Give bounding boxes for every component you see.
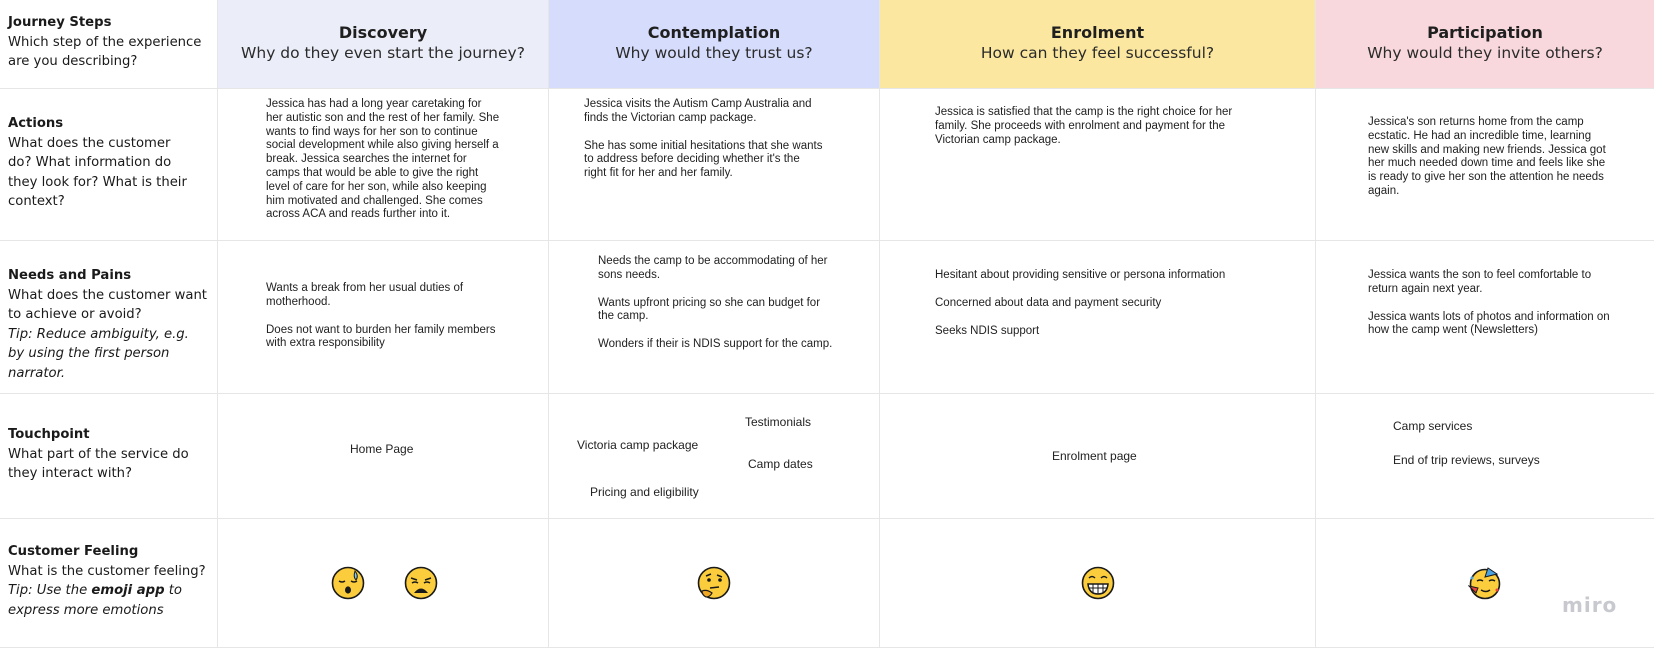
column-header-enrolment: Enrolment How can they feel successful? <box>880 0 1315 88</box>
action-note-contemplation[interactable]: Jessica visits the Autism Camp Australia… <box>584 98 824 195</box>
action-text: Jessica visits the Autism Camp Australia… <box>584 98 812 124</box>
need-text: Hesitant about providing sensitive or pe… <box>935 269 1226 281</box>
need-text: Wants upfront pricing so she can budget … <box>598 296 821 323</box>
column-divider <box>548 0 549 648</box>
need-text: Jessica wants lots of photos and informa… <box>1368 310 1610 337</box>
column-header-discovery: Discovery Why do they even start the jou… <box>218 0 548 88</box>
weary-face-icon[interactable] <box>404 566 438 600</box>
column-divider <box>1315 0 1316 648</box>
touchpoint-end-of-trip-reviews[interactable]: End of trip reviews, surveys <box>1393 453 1540 467</box>
column-divider <box>217 0 218 648</box>
row-divider <box>0 240 1654 241</box>
row-title: Touchpoint <box>8 427 90 442</box>
action-text: She has some initial hesitations that sh… <box>584 139 823 180</box>
column-header-contemplation: Contemplation Why would they trust us? <box>549 0 879 88</box>
row-title: Needs and Pains <box>8 268 132 283</box>
action-note-participation[interactable]: Jessica's son returns home from the camp… <box>1368 116 1613 213</box>
touchpoint-victoria-camp-package[interactable]: Victoria camp package <box>577 438 698 452</box>
touchpoint-home-page[interactable]: Home Page <box>350 442 413 456</box>
touchpoint-enrolment-page[interactable]: Enrolment page <box>1052 449 1137 463</box>
need-text: Does not want to burden her family membe… <box>266 323 496 350</box>
row-label-customer-feeling: Customer Feeling What is the customer fe… <box>8 542 208 620</box>
stage-title: Enrolment <box>1050 23 1145 42</box>
row-divider <box>0 647 1654 648</box>
row-label-journey-steps: Journey Steps Which step of the experien… <box>8 13 208 72</box>
column-header-participation: Participation Why would they invite othe… <box>1316 0 1654 88</box>
needs-note-participation[interactable]: Jessica wants the son to feel comfortabl… <box>1368 269 1613 352</box>
partying-face-icon[interactable] <box>1468 566 1502 600</box>
emoji-app-link-text: emoji app <box>91 583 165 598</box>
column-divider <box>879 0 880 648</box>
needs-note-discovery[interactable]: Wants a break from her usual duties of m… <box>266 282 496 365</box>
need-text: Seeks NDIS support <box>935 324 1040 337</box>
row-divider <box>0 393 1654 394</box>
stage-title: Discovery <box>338 23 428 42</box>
row-description: What part of the service do they interac… <box>8 446 189 482</box>
sleepy-face-icon[interactable] <box>331 566 365 600</box>
need-text: Wants a break from her usual duties of m… <box>266 282 464 308</box>
row-description: Which step of the experience are you des… <box>8 34 202 70</box>
row-tip: Tip: Reduce ambiguity, e.g. by using the… <box>8 326 189 381</box>
row-label-touchpoint: Touchpoint What part of the service do t… <box>8 425 198 484</box>
stage-title: Participation <box>1427 23 1543 42</box>
needs-note-enrolment[interactable]: Hesitant about providing sensitive or pe… <box>935 269 1275 352</box>
stage-title: Contemplation <box>647 23 781 42</box>
action-text: Jessica has had a long year caretaking f… <box>266 98 500 221</box>
journey-map-board: Discovery Why do they even start the jou… <box>0 0 1654 653</box>
row-label-needs-and-pains: Needs and Pains What does the customer w… <box>8 266 208 383</box>
need-text: Jessica wants the son to feel comfortabl… <box>1368 269 1592 295</box>
row-title: Actions <box>8 116 64 131</box>
touchpoint-testimonials[interactable]: Testimonials <box>745 415 811 429</box>
stage-question: Why do they even start the journey? <box>241 44 525 62</box>
touchpoint-pricing-and-eligibility[interactable]: Pricing and eligibility <box>590 485 699 499</box>
miro-logo: miro <box>1562 593 1618 617</box>
row-title: Journey Steps <box>8 15 112 30</box>
row-tip: Tip: Use the emoji app to express more e… <box>8 583 183 618</box>
thinking-face-icon[interactable] <box>697 566 731 600</box>
grinning-face-icon[interactable] <box>1081 566 1115 600</box>
stage-question: Why would they trust us? <box>615 44 813 62</box>
row-title: Customer Feeling <box>8 544 139 559</box>
row-description: What does the customer want to achieve o… <box>8 287 207 323</box>
needs-note-contemplation[interactable]: Needs the camp to be accommodating of he… <box>598 255 838 366</box>
need-text: Concerned about data and payment securit… <box>935 296 1162 309</box>
action-text: Jessica's son returns home from the camp… <box>1368 116 1606 197</box>
action-note-enrolment[interactable]: Jessica is satisfied that the camp is th… <box>935 106 1265 161</box>
need-text: Wonders if their is NDIS support for the… <box>598 338 833 351</box>
stage-question: Why would they invite others? <box>1367 44 1603 62</box>
action-note-discovery[interactable]: Jessica has had a long year caretaking f… <box>266 98 501 236</box>
row-description: What does the customer do? What informat… <box>8 135 187 210</box>
row-divider <box>0 518 1654 519</box>
row-description: What is the customer feeling? <box>8 563 206 579</box>
stage-question: How can they feel successful? <box>980 44 1215 62</box>
row-divider <box>0 88 1654 89</box>
touchpoint-camp-dates[interactable]: Camp dates <box>748 457 813 471</box>
row-label-actions: Actions What does the customer do? What … <box>8 114 198 212</box>
touchpoint-camp-services[interactable]: Camp services <box>1393 419 1472 433</box>
need-text: Needs the camp to be accommodating of he… <box>598 255 828 281</box>
action-text: Jessica is satisfied that the camp is th… <box>935 106 1233 146</box>
